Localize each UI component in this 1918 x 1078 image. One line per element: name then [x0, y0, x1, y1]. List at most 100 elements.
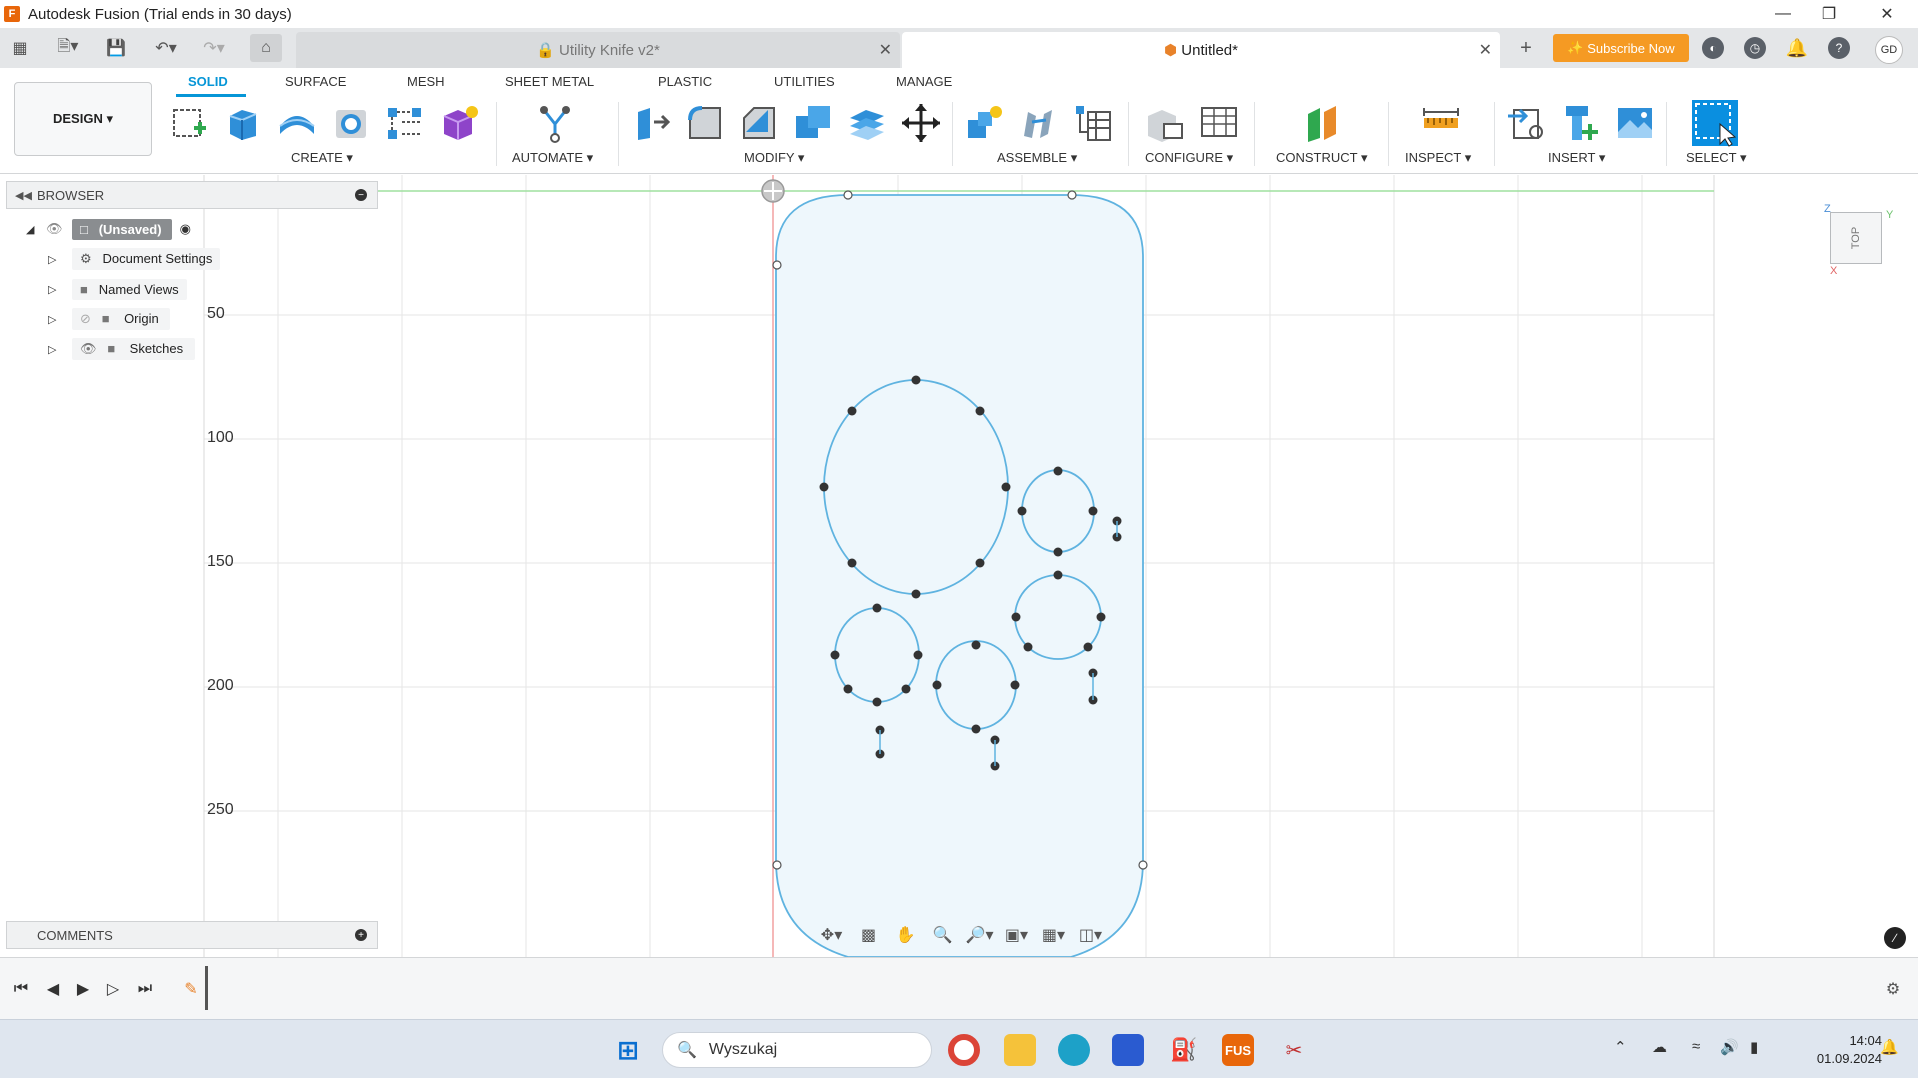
collapse-panel-icon[interactable]: ◀◀ — [15, 189, 32, 202]
inspect-menu[interactable]: INSPECT ▾ — [1405, 150, 1471, 166]
battery-icon[interactable]: ▮ — [1750, 1038, 1758, 1056]
tab-surface[interactable]: SURFACE — [285, 74, 346, 89]
microsoft-store-icon[interactable] — [1112, 1034, 1144, 1066]
subscribe-now-button[interactable]: ✨ Subscribe Now — [1553, 34, 1689, 62]
construct-menu[interactable]: CONSTRUCT ▾ — [1276, 150, 1368, 166]
insert-canvas-icon[interactable] — [1614, 102, 1656, 144]
new-component-icon[interactable] — [964, 102, 1006, 144]
pattern-icon[interactable] — [384, 102, 426, 144]
expand-triangle-icon[interactable]: ▷ — [48, 343, 72, 356]
modify-menu[interactable]: MODIFY ▾ — [744, 150, 804, 166]
assemble-menu[interactable]: ASSEMBLE ▾ — [997, 150, 1077, 166]
look-at-icon[interactable]: ▩ — [855, 924, 883, 946]
fit-zoom-icon[interactable]: 🔎▾ — [966, 924, 994, 946]
notifications-bell-icon[interactable]: 🔔 — [1786, 37, 1808, 59]
create-sketch-icon[interactable] — [168, 102, 210, 144]
step-back-icon[interactable]: ◀ — [42, 978, 64, 1000]
taskbar-app-icon[interactable]: ⛽ — [1168, 1034, 1200, 1066]
browser-root-node[interactable]: ◢ 👁 □ (Unsaved) ◉ — [26, 217, 191, 241]
eye-hidden-icon[interactable]: ⊘ — [80, 311, 91, 326]
hole-icon[interactable] — [330, 102, 372, 144]
extensions-icon[interactable]: ◐ — [1702, 37, 1724, 59]
view-mode-toggle-icon[interactable]: ∕ — [1884, 927, 1906, 949]
design-canvas[interactable]: 50 100 150 200 250 Z Y X ∕ — [0, 175, 1918, 957]
automate-menu[interactable]: AUTOMATE ▾ — [512, 150, 593, 166]
fusion-taskbar-icon[interactable]: FUS — [1222, 1034, 1254, 1066]
viewports-icon[interactable]: ◫▾ — [1077, 924, 1105, 946]
eye-visibility-icon[interactable]: 👁 — [80, 341, 97, 356]
workspace-switcher-button[interactable]: DESIGN ▾ — [14, 82, 152, 156]
select-tool-icon[interactable] — [1690, 98, 1740, 148]
measure-icon[interactable] — [1420, 102, 1462, 144]
wifi-icon[interactable]: ≈ — [1692, 1038, 1700, 1055]
notification-bell-icon[interactable]: 🔔 — [1880, 1038, 1899, 1056]
move-copy-icon[interactable] — [900, 102, 942, 144]
onedrive-offline-icon[interactable]: ☁ — [1652, 1038, 1667, 1056]
fillet-icon[interactable] — [684, 102, 726, 144]
close-tab-icon[interactable]: ✕ — [1479, 40, 1492, 60]
grid-settings-icon[interactable]: ▦▾ — [1040, 924, 1068, 946]
windows-start-icon[interactable]: ⊞ — [612, 1034, 644, 1066]
expand-triangle-icon[interactable]: ▷ — [48, 313, 72, 326]
browser-item-document-settings[interactable]: ▷ ⚙ Document Settings — [48, 247, 221, 271]
go-to-end-icon[interactable]: ⏭ — [134, 978, 156, 1000]
close-window-button[interactable]: ✕ — [1864, 0, 1910, 28]
extrude-icon[interactable] — [222, 102, 264, 144]
volume-icon[interactable]: 🔊 — [1720, 1038, 1739, 1056]
edge-browser-icon[interactable] — [1058, 1034, 1090, 1066]
joint-icon[interactable] — [1018, 102, 1060, 144]
collapse-triangle-icon[interactable]: ◢ — [26, 223, 46, 236]
file-menu-icon[interactable]: 🗎▾ — [48, 36, 88, 60]
close-tab-icon[interactable]: ✕ — [879, 40, 892, 60]
create-menu[interactable]: CREATE ▾ — [291, 150, 353, 166]
user-avatar[interactable]: GD — [1875, 36, 1903, 64]
configuration-table-icon[interactable] — [1198, 102, 1240, 144]
browser-panel-header[interactable]: ◀◀ BROWSER − — [6, 181, 378, 209]
comments-panel-header[interactable]: COMMENTS + — [6, 921, 378, 949]
tab-untitled[interactable]: ⬢ Untitled* ✕ — [902, 32, 1500, 68]
taskbar-search-input[interactable]: 🔍 Wyszukaj — [662, 1032, 932, 1068]
home-icon[interactable]: ⌂ — [250, 34, 282, 62]
automate-generative-icon[interactable] — [534, 102, 576, 144]
insert-menu[interactable]: INSERT ▾ — [1548, 150, 1605, 166]
create-form-icon[interactable] — [438, 102, 480, 144]
insert-derive-icon[interactable] — [1506, 102, 1548, 144]
tab-utility-knife[interactable]: 🔒 Utility Knife v2* ✕ — [296, 32, 900, 68]
minimize-button[interactable]: — — [1760, 0, 1806, 28]
tab-sheet-metal[interactable]: SHEET METAL — [505, 74, 594, 89]
revolve-icon[interactable] — [276, 102, 318, 144]
go-to-start-icon[interactable]: ⏮ — [10, 978, 32, 1000]
snipping-tool-icon[interactable]: ✂ — [1278, 1034, 1310, 1066]
orbit-icon[interactable]: ✥▾ — [818, 924, 846, 946]
add-comment-icon[interactable]: + — [355, 929, 367, 941]
undo-icon[interactable]: ↶▾ — [146, 36, 186, 60]
restore-button[interactable]: ❐ — [1806, 0, 1852, 28]
view-cube[interactable]: TOP — [1830, 212, 1882, 264]
job-status-clock-icon[interactable]: ◷ — [1744, 37, 1766, 59]
timeline-sketch-feature-icon[interactable]: ✎ — [180, 978, 202, 1000]
browser-item-named-views[interactable]: ▷ ■ Named Views — [48, 277, 187, 301]
step-forward-icon[interactable]: ▷ — [102, 978, 124, 1000]
timeline-marker[interactable] — [205, 966, 208, 1010]
select-menu[interactable]: SELECT ▾ — [1686, 150, 1746, 166]
chrome-icon[interactable] — [948, 1034, 980, 1066]
configure-design-icon[interactable] — [1144, 102, 1186, 144]
offset-plane-icon[interactable] — [1302, 102, 1344, 144]
redo-icon[interactable]: ↷▾ — [194, 36, 234, 60]
file-explorer-icon[interactable] — [1004, 1034, 1036, 1066]
press-pull-icon[interactable] — [630, 102, 672, 144]
tab-manage[interactable]: MANAGE — [896, 74, 952, 89]
new-tab-plus-icon[interactable]: + — [1514, 36, 1538, 60]
expand-triangle-icon[interactable]: ▷ — [48, 253, 72, 266]
play-icon[interactable]: ▶ — [72, 978, 94, 1000]
browser-item-sketches[interactable]: ▷ 👁 ■ Sketches — [48, 337, 195, 361]
help-icon[interactable]: ? — [1828, 37, 1850, 59]
tab-solid[interactable]: SOLID — [188, 74, 228, 89]
data-panel-grid-icon[interactable]: ▦ — [8, 36, 32, 60]
shell-combine-icon[interactable] — [792, 102, 834, 144]
tab-mesh[interactable]: MESH — [407, 74, 445, 89]
tray-chevron-up-icon[interactable]: ⌃ — [1614, 1038, 1627, 1056]
taskbar-clock[interactable]: 14:04 01.09.2024 — [1782, 1032, 1882, 1068]
activate-radio-icon[interactable]: ◉ — [180, 221, 191, 237]
browser-item-origin[interactable]: ▷ ⊘ ■ Origin — [48, 307, 171, 331]
